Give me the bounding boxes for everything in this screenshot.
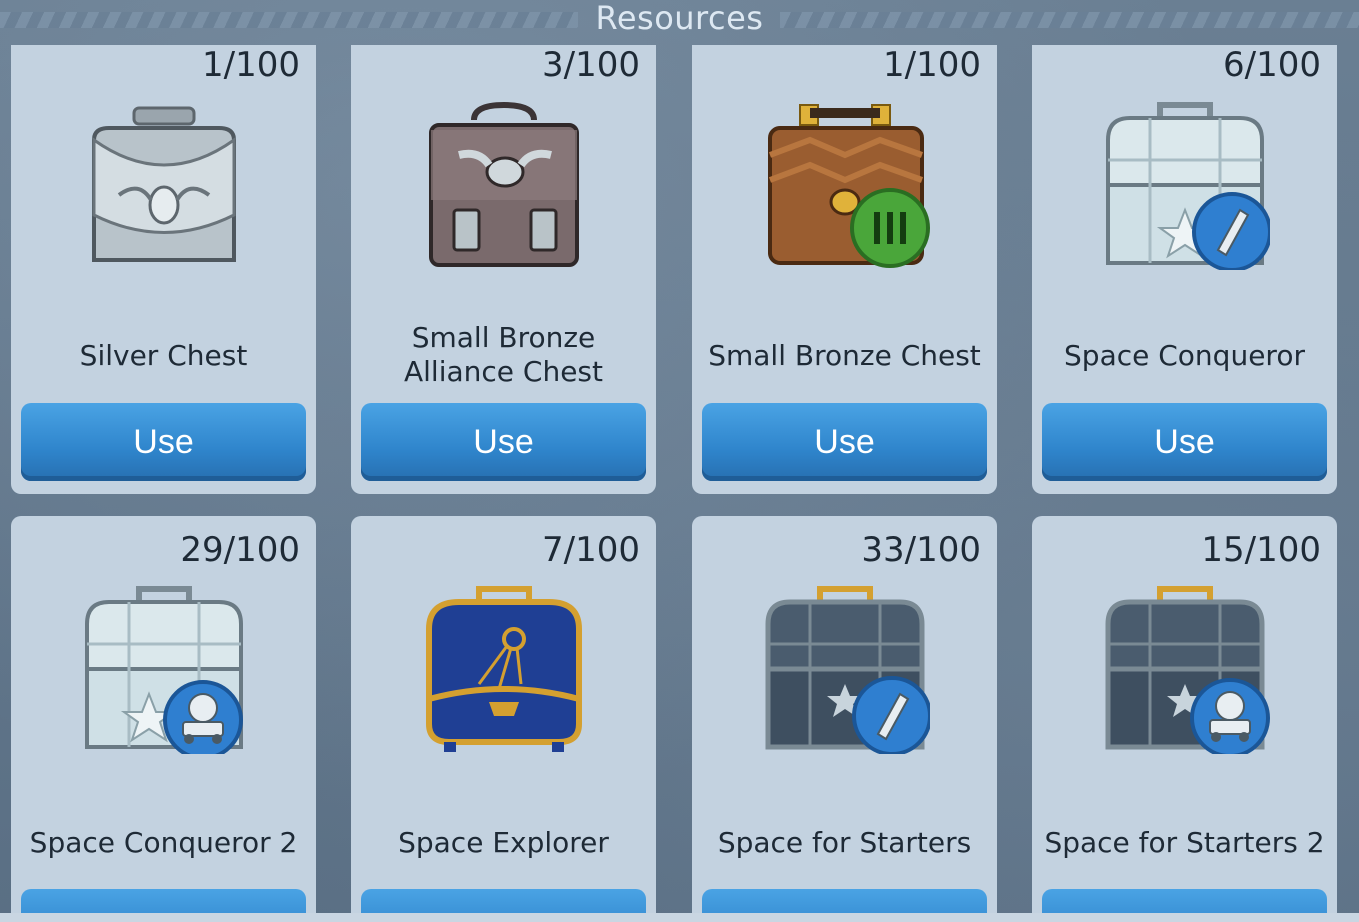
title-bar: Resources bbox=[0, 0, 1359, 40]
item-name: Space for Starters bbox=[717, 826, 972, 859]
silver-chest-icon bbox=[92, 106, 236, 262]
item-count: 1/100 bbox=[202, 45, 300, 85]
item-count: 33/100 bbox=[861, 530, 981, 570]
item-name: Silver Chest bbox=[79, 339, 248, 372]
title-stripe-right bbox=[780, 12, 1359, 28]
item-count: 3/100 bbox=[542, 45, 640, 85]
rover-badge bbox=[1190, 678, 1270, 754]
rocket-badge bbox=[852, 676, 930, 754]
resource-card-space-conqueror-2: 29/100 Space Conqueror 2 Use bbox=[11, 516, 316, 922]
item-name: Small Bronze Alliance Chest bbox=[403, 321, 603, 388]
item-count: 6/100 bbox=[1223, 45, 1321, 85]
level-badge bbox=[850, 188, 930, 268]
bronze-alliance-chest-icon bbox=[429, 101, 579, 267]
rover-badge bbox=[163, 680, 243, 754]
resource-card-space-for-starters: 33/100 Space for Starters Use bbox=[692, 516, 997, 922]
item-count: 7/100 bbox=[542, 530, 640, 570]
item-name: Small Bronze Chest bbox=[708, 339, 981, 372]
resource-card-small-bronze-alliance-chest: 3/100 Small Bronze Alliance Chest Use bbox=[351, 45, 656, 494]
bronze-chest-icon bbox=[768, 104, 930, 268]
item-count: 1/100 bbox=[883, 45, 981, 85]
page-title: Resources bbox=[595, 0, 764, 37]
item-name: Space Conqueror bbox=[1064, 339, 1305, 372]
item-count: 15/100 bbox=[1201, 530, 1321, 570]
bottom-bar bbox=[0, 913, 1359, 922]
space-conqueror-2-chest-icon bbox=[85, 586, 243, 754]
space-starters-2-chest-icon bbox=[1105, 586, 1270, 754]
title-stripe-left bbox=[0, 12, 578, 28]
use-button[interactable]: Use bbox=[21, 403, 306, 481]
rocket-badge bbox=[1192, 192, 1270, 270]
resource-card-space-for-starters-2: 15/100 Space for Starters 2 Use bbox=[1032, 516, 1337, 922]
item-name: Space Conqueror 2 bbox=[29, 826, 298, 859]
resource-card-space-explorer: 7/100 Space Explorer Use bbox=[351, 516, 656, 922]
space-explorer-chest-icon bbox=[426, 586, 582, 752]
resource-card-silver-chest: 1/100 Silver Chest Use bbox=[11, 45, 316, 494]
item-name: Space Explorer bbox=[398, 826, 609, 859]
resource-card-small-bronze-chest: 1/100 Small Bronze Chest Use bbox=[692, 45, 997, 494]
space-conqueror-chest-icon bbox=[1106, 102, 1270, 270]
space-starters-chest-icon bbox=[765, 586, 930, 754]
use-button[interactable]: Use bbox=[1042, 403, 1327, 481]
use-button[interactable]: Use bbox=[702, 403, 987, 481]
item-name: Space for Starters 2 bbox=[1044, 826, 1325, 859]
resource-card-space-conqueror: 6/100 Space Conqueror Use bbox=[1032, 45, 1337, 494]
use-button[interactable]: Use bbox=[361, 403, 646, 481]
item-count: 29/100 bbox=[180, 530, 300, 570]
